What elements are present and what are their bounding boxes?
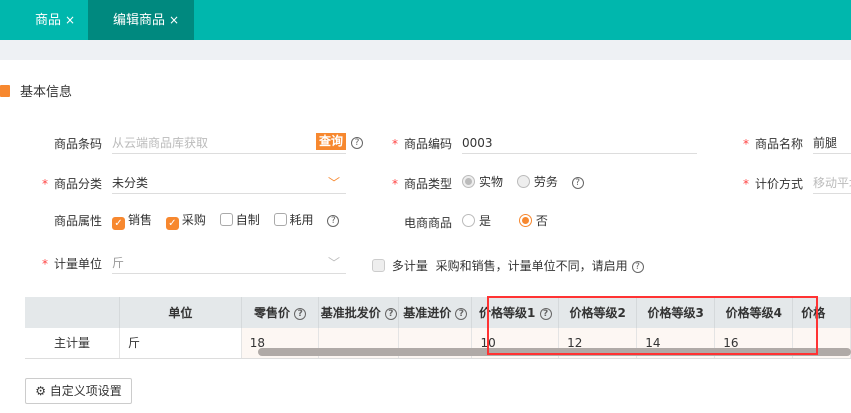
help-icon[interactable]: ?	[327, 214, 340, 227]
col-header-wholesale: 基准批发价 ?	[318, 297, 400, 328]
barcode-label: 商品条码	[53, 137, 102, 151]
ecommerce-label: 电商商品	[403, 216, 452, 230]
checkbox-consumption[interactable]: 耗用	[273, 213, 324, 227]
radio-yes[interactable]: 是	[462, 214, 515, 228]
col-header-retail: 零售价 ?	[241, 297, 320, 328]
col-header-unit: 单位	[119, 297, 242, 328]
barcode-input[interactable]: 从云端商品库获取 查询	[112, 133, 346, 154]
close-icon[interactable]: ×	[169, 13, 179, 27]
tab-edit-product[interactable]: 编辑商品 ×	[88, 0, 194, 40]
code-label: * 商品编码	[391, 137, 452, 151]
unit-label: * 计量单位	[41, 257, 102, 271]
gear-icon: ⚙	[35, 384, 46, 398]
col-header-purchase: 基准进价 ?	[398, 297, 473, 328]
document-icon	[0, 85, 10, 97]
checkbox-sales[interactable]: ✓ 销售	[112, 213, 162, 230]
pricing-label: * 计价方式	[742, 177, 803, 191]
custom-fields-button[interactable]: ⚙ 自定义项设置	[25, 378, 132, 404]
multi-unit-label: 多计量	[391, 259, 428, 273]
barcode-placeholder: 从云端商品库获取	[112, 136, 209, 150]
section-title: 基本信息	[20, 85, 73, 100]
category-label: * 商品分类	[41, 177, 102, 191]
category-select[interactable]: 未分类 ﹀	[112, 174, 346, 194]
multi-unit-hint: 采购和销售，计量单位不同，请启用	[435, 259, 628, 273]
category-value: 未分类	[112, 176, 149, 190]
type-label: * 商品类型	[391, 177, 452, 191]
help-icon[interactable]: ?	[631, 260, 644, 273]
help-icon: ?	[294, 307, 307, 320]
attrs-checkbox-group: ✓ 销售 ✓ 采购 自制 耗用 ?	[112, 211, 340, 230]
help-icon[interactable]: ?	[571, 176, 584, 189]
attrs-label: 商品属性	[53, 214, 102, 228]
multi-unit-checkbox[interactable]	[372, 259, 385, 272]
custom-fields-label: 自定义项设置	[49, 384, 122, 398]
tab-bar: 商品 × 编辑商品 ×	[0, 0, 851, 40]
chevron-down-icon: ﹀	[327, 256, 340, 270]
close-icon[interactable]: ×	[65, 13, 75, 27]
chevron-down-icon: ﹀	[327, 176, 340, 190]
name-label: * 商品名称	[742, 137, 803, 151]
section-header: 基本信息	[0, 81, 72, 100]
highlight-box	[487, 296, 818, 355]
help-icon: ?	[384, 307, 397, 320]
tab-label: 编辑商品	[113, 13, 166, 28]
help-icon[interactable]: ?	[351, 137, 363, 149]
multi-unit: 多计量 采购和销售，计量单位不同，请启用 ?	[372, 257, 644, 274]
unit-value: 斤	[112, 256, 125, 270]
name-input[interactable]: 前腿肉,	[813, 134, 851, 154]
radio-physical[interactable]: 实物	[462, 175, 513, 189]
unit-select[interactable]: 斤 ﹀	[112, 254, 346, 274]
cell-main-unit: 主计量	[25, 328, 120, 359]
ecommerce-radio-group: 是 否	[462, 212, 548, 229]
tab-products[interactable]: 商品 ×	[35, 0, 75, 40]
radio-service[interactable]: 劳务	[516, 175, 568, 189]
pricing-select[interactable]: 移动平均	[813, 174, 851, 194]
type-radio-group: 实物 劳务 ?	[462, 173, 584, 190]
cell-unit: 斤	[119, 328, 242, 359]
checkbox-purchase[interactable]: ✓ 采购	[165, 213, 216, 230]
query-button[interactable]: 查询	[315, 133, 346, 150]
radio-no[interactable]: 否	[518, 214, 548, 228]
tab-label: 商品	[35, 13, 62, 28]
col-header	[25, 297, 120, 328]
help-icon: ?	[455, 307, 468, 320]
code-input[interactable]: 0003	[462, 134, 697, 154]
toolbar-band	[0, 40, 851, 60]
checkbox-self-made[interactable]: 自制	[219, 213, 270, 227]
